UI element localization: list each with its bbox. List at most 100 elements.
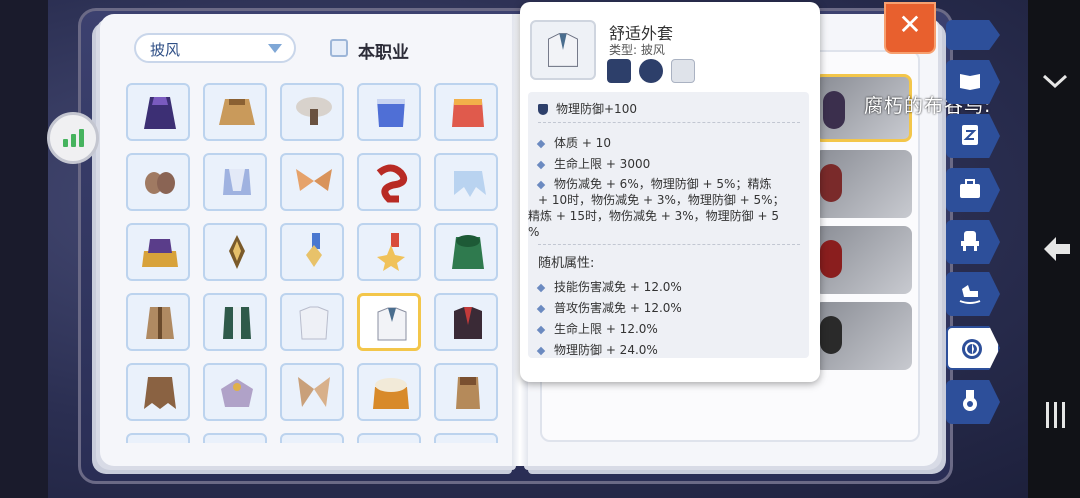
item-tooltip: 舒适外套 类型: 披风 物理防御+100 体质 + 10 生命上限 + 3000… — [520, 2, 820, 382]
tab-rocking-horse[interactable] — [946, 272, 1000, 316]
item-cape-dark[interactable] — [126, 83, 190, 141]
emblem-icon — [229, 235, 245, 269]
random-stat-text: 普攻伤害减免 + 12.0% — [554, 301, 682, 315]
cape-icon — [377, 99, 405, 127]
item-coat-tan[interactable] — [434, 363, 498, 421]
refine-icon[interactable] — [639, 59, 663, 83]
wings-icon — [296, 169, 332, 191]
tab-card[interactable] — [946, 114, 1000, 158]
item-wings-tan[interactable] — [280, 363, 344, 421]
item-wings-ice[interactable] — [434, 153, 498, 211]
coat-icon — [456, 377, 480, 409]
chevron-down-icon — [268, 44, 282, 53]
item-pauldron-brown[interactable] — [126, 153, 190, 211]
item-medal-star[interactable] — [357, 223, 421, 281]
jacket-icon — [377, 307, 407, 341]
signal-button[interactable] — [47, 112, 99, 164]
item-coat-green[interactable] — [203, 293, 267, 351]
stat-text: 体质 + 10 — [554, 136, 611, 150]
shield-icon — [538, 104, 548, 115]
divider — [538, 122, 800, 123]
item-slot[interactable] — [434, 433, 498, 443]
cape-icon — [452, 99, 484, 127]
bullet-icon — [536, 160, 546, 169]
item-jacket-red[interactable] — [434, 293, 498, 351]
scarf-icon — [376, 164, 408, 203]
jacket-icon — [454, 307, 482, 339]
item-coat-brown[interactable] — [126, 293, 190, 351]
item-cape-red[interactable] — [434, 83, 498, 141]
refine-stat-text: 物伤减免 + 6%，物理防御 + 5%；精炼 + 10时，物伤减免 + 3%，物… — [528, 176, 804, 240]
random-stat-line: 生命上限 + 12.0% — [536, 320, 658, 337]
equip-slot[interactable] — [814, 226, 912, 294]
preview-icon[interactable] — [671, 59, 695, 83]
item-cape-blue[interactable] — [357, 83, 421, 141]
inspect-icon[interactable] — [607, 59, 631, 83]
pauldron-icon — [145, 172, 175, 194]
chevron-down-icon[interactable] — [1040, 66, 1070, 96]
tab-briefcase[interactable] — [946, 168, 1000, 212]
category-dropdown[interactable]: 披风 — [134, 33, 296, 63]
item-cloak-green[interactable] — [434, 223, 498, 281]
equip-slot[interactable] — [814, 150, 912, 218]
divider — [538, 244, 800, 245]
random-stat-text: 物理防御 + 24.0% — [554, 343, 658, 357]
signal-bar-icon — [71, 134, 76, 147]
item-mantle-purple[interactable] — [203, 363, 267, 421]
tab-book[interactable] — [946, 60, 1000, 104]
item-slot[interactable] — [126, 433, 190, 443]
item-slot[interactable] — [357, 433, 421, 443]
cape-icon — [219, 99, 255, 125]
wings-icon — [454, 171, 486, 197]
stat-line: 生命上限 + 3000 — [536, 155, 650, 172]
item-wings-orange[interactable] — [280, 153, 344, 211]
item-cloak-gold[interactable] — [126, 223, 190, 281]
card-icon — [962, 125, 978, 145]
medal-icon — [306, 233, 322, 267]
star-icon — [377, 233, 405, 271]
tab-chair[interactable] — [946, 220, 1000, 264]
tab-appearance-active[interactable] — [946, 326, 1000, 370]
refine-line: 物伤减免 + 6%，物理防御 + 5%；精炼 — [536, 176, 804, 192]
item-slot[interactable] — [203, 433, 267, 443]
random-stat-line: 技能伤害减免 + 12.0% — [536, 278, 682, 295]
rocking-horse-icon — [959, 285, 981, 304]
stat-line: 体质 + 10 — [536, 134, 611, 151]
item-slot[interactable] — [280, 433, 344, 443]
cape-icon — [144, 97, 176, 129]
equip-item-icon — [820, 164, 842, 202]
menu-bars-icon[interactable] — [1043, 400, 1069, 430]
mantle-icon — [296, 97, 332, 125]
equip-slot[interactable] — [814, 302, 912, 370]
base-stat: 物理防御+100 — [538, 100, 637, 117]
item-cloak-tattered[interactable] — [126, 363, 190, 421]
bullet-icon — [536, 304, 546, 313]
item-comfy-jacket-selected[interactable] — [357, 293, 421, 351]
tooltip-item-type: 类型: 披风 — [609, 43, 665, 57]
random-stat-line: 普攻伤害减免 + 12.0% — [536, 299, 682, 316]
item-mantle-gray[interactable] — [280, 83, 344, 141]
close-button[interactable]: ✕ — [884, 2, 936, 54]
item-cape-silver[interactable] — [203, 153, 267, 211]
bullet-icon — [536, 346, 546, 355]
cape-icon — [223, 169, 251, 195]
mantle-icon — [221, 379, 253, 407]
item-cape-brown[interactable] — [203, 83, 267, 141]
close-icon: ✕ — [898, 8, 922, 41]
item-scarf-red[interactable] — [357, 153, 421, 211]
back-arrow-icon[interactable] — [1040, 232, 1074, 266]
item-emblem-bronze[interactable] — [203, 223, 267, 281]
item-shirt-white[interactable] — [280, 293, 344, 351]
job-filter-label: 本职业 — [358, 43, 409, 63]
tab-top[interactable] — [946, 20, 1000, 50]
shirt-icon — [299, 306, 329, 340]
bullet-icon — [536, 325, 546, 334]
random-stat-line: 物理防御 + 24.0% — [536, 341, 658, 358]
item-cape-fur[interactable] — [357, 363, 421, 421]
refine-text: 物伤减免 + 6%，物理防御 + 5%；精炼 — [554, 177, 772, 191]
tab-medal[interactable] — [946, 380, 1000, 424]
job-filter-checkbox[interactable] — [330, 39, 348, 57]
cloak-icon — [142, 239, 178, 267]
equip-item-icon — [820, 240, 842, 278]
item-medal-blue[interactable] — [280, 223, 344, 281]
